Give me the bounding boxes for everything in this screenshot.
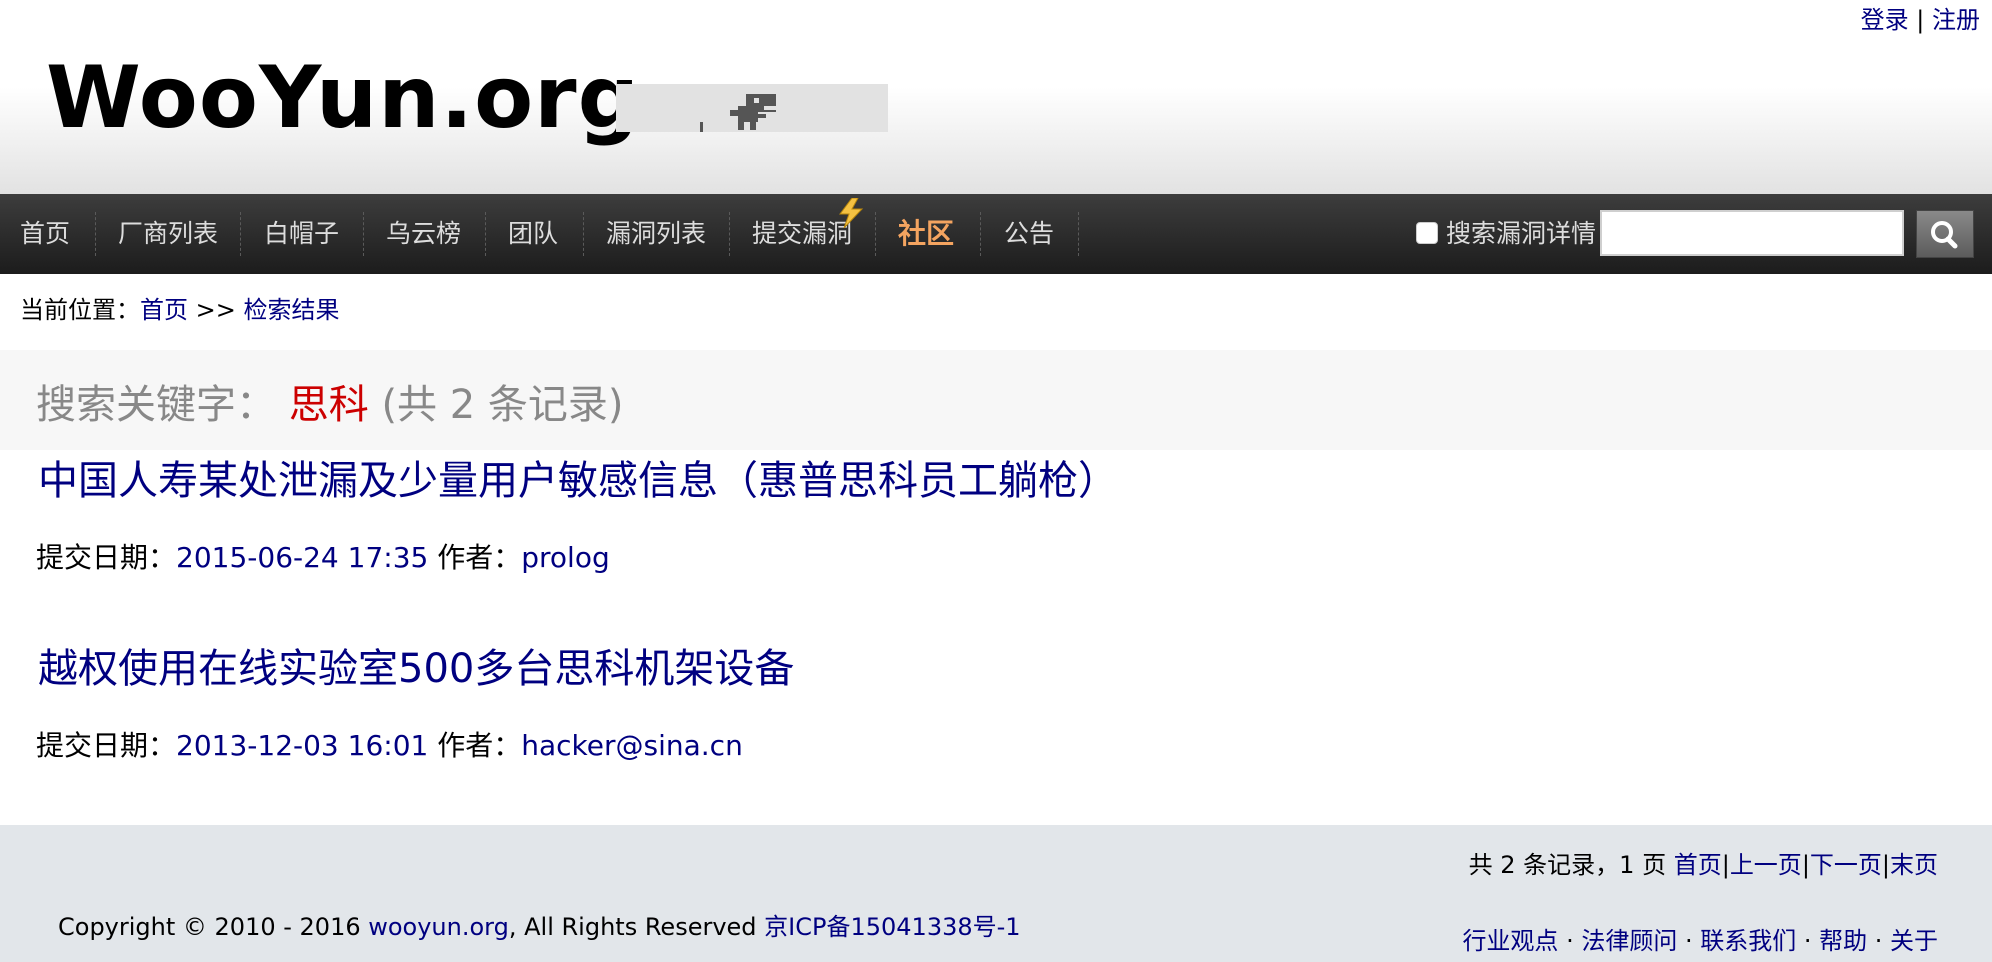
copyright: Copyright © 2010 - 2016 wooyun.org, All … <box>58 907 1021 942</box>
footer-link-help[interactable]: 帮助 <box>1819 927 1867 955</box>
pager-divider: | <box>1881 851 1890 879</box>
nav-separator <box>1078 212 1079 256</box>
login-link[interactable]: 登录 <box>1861 6 1909 34</box>
pagination: 共 2 条记录，1 页 首页|上一页|下一页|末页 <box>1469 845 1938 880</box>
nav-announcements[interactable]: 公告 <box>1004 194 1054 274</box>
footer-links: 行业观点 · 法律顾问 · 联系我们 · 帮助 · 关于 <box>1462 921 1938 956</box>
pager-divider: | <box>1721 851 1730 879</box>
nav-separator <box>485 212 486 256</box>
author-label: 作者： <box>428 729 522 762</box>
footer-dot: · <box>1677 927 1701 955</box>
main-nav: 首页 厂商列表 白帽子 乌云榜 团队 漏洞列表 提交漏洞 社区 公告 搜索漏洞详… <box>0 194 1992 274</box>
submit-date: 2013-12-03 16:01 <box>176 729 429 762</box>
search-count: (共 2 条记录) <box>381 382 624 428</box>
icp-link[interactable]: 京ICP备15041338号-1 <box>764 913 1020 941</box>
footer-link-legal[interactable]: 法律顾问 <box>1581 927 1677 955</box>
search-keyword: 思科 <box>288 382 369 428</box>
breadcrumb-separator: >> <box>188 296 244 324</box>
lightning-icon <box>839 198 864 228</box>
result-meta: 提交日期：2013-12-03 16:01 作者：hacker@sina.cn <box>36 724 743 764</box>
pager-divider: | <box>1801 851 1810 879</box>
nav-separator <box>363 212 364 256</box>
account-links: 登录 | 注册 <box>1861 0 1980 35</box>
banner-tick <box>700 122 703 132</box>
nav-separator <box>240 212 241 256</box>
submit-date: 2015-06-24 17:35 <box>176 541 429 574</box>
date-label: 提交日期： <box>36 541 177 574</box>
nav-home[interactable]: 首页 <box>20 194 70 274</box>
account-separator: | <box>1916 6 1925 34</box>
search-icon <box>1931 221 1958 249</box>
logo-banner <box>616 84 888 132</box>
search-details-label: 搜索漏洞详情 <box>1446 219 1597 248</box>
nav-whitehats[interactable]: 白帽子 <box>264 194 339 274</box>
search-summary-bar: 搜索关键字： 思科 (共 2 条记录) <box>0 350 1992 450</box>
footer-link-opinions[interactable]: 行业观点 <box>1462 927 1558 955</box>
footer-dot: · <box>1558 927 1582 955</box>
author-link[interactable]: hacker@sina.cn <box>521 729 743 762</box>
breadcrumb-prefix: 当前位置： <box>20 296 140 324</box>
search-summary: 搜索关键字： 思科 (共 2 条记录) <box>36 372 624 430</box>
footer-dot: · <box>1796 927 1820 955</box>
rights-text: , All Rights Reserved <box>508 913 765 941</box>
search-details-checkbox[interactable] <box>1416 222 1438 244</box>
author-label: 作者： <box>428 541 522 574</box>
site-footer: 共 2 条记录，1 页 首页|上一页|下一页|末页 Copyright © 20… <box>0 825 1992 962</box>
footer-link-contact[interactable]: 联系我们 <box>1700 927 1796 955</box>
nav-separator <box>980 212 981 256</box>
author-link[interactable]: prolog <box>521 541 609 574</box>
nav-separator <box>95 212 96 256</box>
nav-submit-bug[interactable]: 提交漏洞 <box>752 194 852 274</box>
result-title[interactable]: 越权使用在线实验室500多台思科机架设备 <box>38 636 794 694</box>
last-page-link[interactable]: 末页 <box>1890 851 1938 879</box>
site-header: 登录 | 注册 WooYun.org <box>0 0 1992 194</box>
nav-ranking[interactable]: 乌云榜 <box>386 194 461 274</box>
result-title[interactable]: 中国人寿某处泄漏及少量用户敏感信息（惠普思科员工躺枪） <box>38 448 1118 506</box>
breadcrumb-home[interactable]: 首页 <box>140 296 188 324</box>
footer-link-about[interactable]: 关于 <box>1890 927 1938 955</box>
nav-bug-list[interactable]: 漏洞列表 <box>606 194 706 274</box>
pagination-summary: 共 2 条记录，1 页 <box>1468 851 1674 879</box>
prev-page-link[interactable]: 上一页 <box>1730 851 1802 879</box>
dinosaur-icon <box>730 94 776 130</box>
register-link[interactable]: 注册 <box>1932 6 1980 34</box>
breadcrumb: 当前位置：首页 >> 检索结果 <box>20 290 339 325</box>
next-page-link[interactable]: 下一页 <box>1810 851 1882 879</box>
result-meta: 提交日期：2015-06-24 17:35 作者：prolog <box>36 536 610 576</box>
nav-community[interactable]: 社区 <box>898 194 954 274</box>
date-label: 提交日期： <box>36 729 177 762</box>
search-button[interactable] <box>1916 210 1974 258</box>
search-keyword-label: 搜索关键字： <box>36 382 276 428</box>
nav-teams[interactable]: 团队 <box>508 194 558 274</box>
copyright-text: Copyright © 2010 - 2016 <box>58 913 369 941</box>
search-input[interactable] <box>1600 210 1904 256</box>
nav-separator <box>583 212 584 256</box>
nav-separator <box>729 212 730 256</box>
footer-dot: · <box>1867 927 1890 955</box>
breadcrumb-current[interactable]: 检索结果 <box>243 296 339 324</box>
site-link[interactable]: wooyun.org <box>368 913 509 941</box>
nav-vendors[interactable]: 厂商列表 <box>118 194 218 274</box>
nav-separator <box>875 212 876 256</box>
site-logo[interactable]: WooYun.org <box>46 48 640 148</box>
first-page-link[interactable]: 首页 <box>1674 851 1722 879</box>
